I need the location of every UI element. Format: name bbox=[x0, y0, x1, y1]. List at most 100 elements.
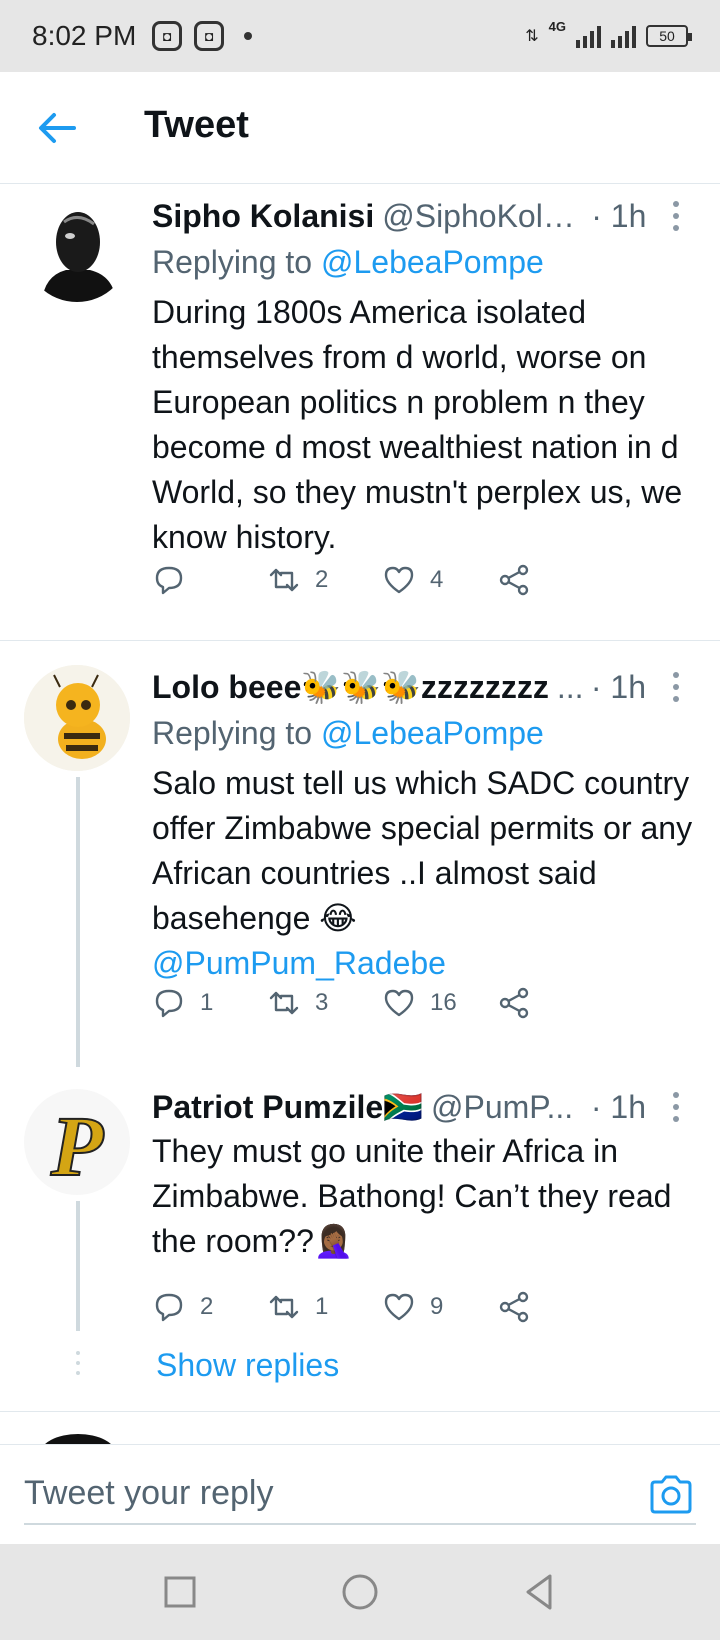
like-button[interactable]: 9 bbox=[382, 1283, 497, 1331]
author-name[interactable]: Patriot Pumzile🇿🇦 bbox=[152, 1088, 423, 1126]
tweet[interactable]: Lolo beee🐝🐝🐝zzzzzzzz ... · 1h Replying t… bbox=[0, 641, 720, 1067]
replying-to: Replying to @LebeaPompe bbox=[152, 240, 696, 284]
replying-to-mention[interactable]: @LebeaPompe bbox=[321, 715, 544, 751]
tweet-header: Patriot Pumzile🇿🇦 @PumP... · 1h bbox=[152, 1085, 696, 1129]
retweet-button[interactable]: 1 bbox=[267, 1283, 382, 1331]
like-button[interactable]: 4 bbox=[382, 556, 497, 604]
tweet-partial[interactable] bbox=[0, 1412, 720, 1444]
svg-text:P: P bbox=[50, 1098, 105, 1194]
avatar-image bbox=[24, 196, 130, 302]
tweet-actions: 2 1 9 bbox=[152, 1283, 612, 1331]
notification-app-icon: ◘ bbox=[152, 21, 183, 51]
thread-connector-line bbox=[76, 1201, 80, 1331]
author-name[interactable]: Sipho Kolanisi bbox=[152, 198, 374, 235]
signal-strength-icon bbox=[576, 24, 601, 48]
avatar[interactable] bbox=[24, 665, 130, 771]
retweet-count: 2 bbox=[315, 566, 329, 593]
tweet-text-content: Salo must tell us which SADC country off… bbox=[152, 765, 693, 936]
status-bar: 8:02 PM ◘ ◘ ⇅ 4G 50 bbox=[0, 0, 720, 72]
reply-count: 2 bbox=[200, 1293, 214, 1320]
battery-icon: 50 bbox=[646, 25, 692, 47]
more-options-icon[interactable] bbox=[656, 667, 696, 707]
status-time: 8:02 PM bbox=[32, 20, 137, 51]
more-notifications-dot-icon bbox=[244, 32, 253, 40]
like-count: 4 bbox=[430, 566, 444, 593]
tweet[interactable]: Sipho Kolanisi @SiphoKola... · 1h Replyi… bbox=[0, 184, 720, 640]
data-transfer-icon: ⇅ bbox=[525, 28, 539, 45]
more-options-icon[interactable] bbox=[656, 196, 696, 236]
home-circle-icon[interactable] bbox=[338, 1570, 382, 1614]
battery-level: 50 bbox=[659, 28, 675, 44]
author-name[interactable]: Lolo beee🐝🐝🐝zzzzzzzz bbox=[152, 668, 549, 706]
tweet-body: Sipho Kolanisi @SiphoKola... · 1h Replyi… bbox=[152, 194, 696, 560]
thread-connector-line bbox=[76, 777, 80, 1067]
thread-dots bbox=[76, 1371, 80, 1375]
replying-to-label: Replying to bbox=[152, 715, 313, 751]
thread-dots bbox=[76, 1361, 80, 1365]
signal-strength-icon bbox=[611, 24, 636, 48]
replying-to-label: Replying to bbox=[152, 244, 313, 280]
author-handle[interactable]: @PumP... bbox=[431, 1089, 573, 1126]
tweet-time: · 1h bbox=[590, 1088, 646, 1125]
share-button[interactable] bbox=[497, 556, 612, 604]
tweet-actions: 1 3 16 bbox=[152, 979, 612, 1027]
avatar-image: P bbox=[24, 1089, 130, 1195]
retweet-icon bbox=[269, 991, 299, 1015]
tweet-time: · 1h bbox=[591, 197, 647, 234]
recents-square-icon[interactable] bbox=[158, 1570, 202, 1614]
like-button[interactable]: 16 bbox=[382, 979, 497, 1027]
back-triangle-icon[interactable] bbox=[518, 1570, 562, 1614]
tweet-text: During 1800s America isolated themselves… bbox=[152, 294, 683, 555]
thread-dots bbox=[76, 1351, 80, 1355]
network-type: 4G bbox=[548, 18, 566, 34]
author-handle[interactable]: ... bbox=[557, 669, 584, 706]
tweet[interactable]: P Patriot Pumzile🇿🇦 @PumP... · 1h They m… bbox=[0, 1061, 720, 1411]
retweet-button[interactable]: 2 bbox=[267, 556, 382, 604]
tweet-body: Patriot Pumzile🇿🇦 @PumP... · 1h They mus… bbox=[152, 1085, 696, 1264]
back-arrow-icon[interactable] bbox=[34, 106, 78, 150]
share-button[interactable] bbox=[497, 979, 612, 1027]
system-nav-bar bbox=[0, 1544, 720, 1640]
avatar[interactable] bbox=[24, 196, 130, 302]
camera-icon[interactable] bbox=[648, 1473, 694, 1515]
tweet-header: Lolo beee🐝🐝🐝zzzzzzzz ... · 1h bbox=[152, 665, 696, 709]
avatar[interactable]: P bbox=[24, 1089, 130, 1195]
tweet-mention-link[interactable]: @PumPum_Radebe bbox=[152, 945, 446, 981]
page-title: Tweet bbox=[144, 104, 249, 146]
reply-composer: Tweet your reply bbox=[0, 1444, 720, 1544]
tweet-actions: 2 4 bbox=[152, 556, 612, 604]
reply-icon bbox=[155, 989, 183, 1018]
reply-input[interactable]: Tweet your reply bbox=[24, 1465, 696, 1525]
share-icon bbox=[499, 1291, 529, 1323]
heart-icon bbox=[384, 989, 414, 1017]
app-header: Tweet bbox=[0, 72, 720, 184]
tweet-body: Lolo beee🐝🐝🐝zzzzzzzz ... · 1h Replying t… bbox=[152, 665, 696, 986]
reply-icon bbox=[155, 566, 183, 595]
share-icon bbox=[499, 987, 529, 1019]
replying-to: Replying to @LebeaPompe bbox=[152, 711, 696, 755]
reply-button[interactable]: 2 bbox=[152, 1283, 267, 1331]
retweet-count: 1 bbox=[315, 1293, 329, 1320]
reply-button[interactable] bbox=[152, 556, 267, 604]
replying-to-mention[interactable]: @LebeaPompe bbox=[321, 244, 544, 280]
tweet-text: They must go unite their Africa in Zimba… bbox=[152, 1133, 672, 1259]
show-replies-link[interactable]: Show replies bbox=[156, 1347, 339, 1384]
like-count: 9 bbox=[430, 1293, 444, 1320]
avatar-image bbox=[24, 665, 130, 771]
retweet-count: 3 bbox=[315, 989, 329, 1016]
author-handle[interactable]: @SiphoKola... bbox=[382, 198, 585, 235]
heart-icon bbox=[384, 1293, 414, 1321]
retweet-icon bbox=[269, 1295, 299, 1319]
notification-app-icon: ◘ bbox=[194, 21, 225, 51]
reply-button[interactable]: 1 bbox=[152, 979, 267, 1027]
share-button[interactable] bbox=[497, 1283, 612, 1331]
heart-icon bbox=[384, 566, 414, 594]
avatar[interactable] bbox=[40, 1434, 116, 1444]
retweet-icon bbox=[269, 568, 299, 592]
tweet-time: · 1h bbox=[590, 668, 646, 705]
more-options-icon[interactable] bbox=[656, 1087, 696, 1127]
retweet-button[interactable]: 3 bbox=[267, 979, 382, 1027]
tweet-text: Salo must tell us which SADC country off… bbox=[152, 761, 696, 986]
share-icon bbox=[499, 564, 529, 596]
like-count: 16 bbox=[430, 989, 457, 1016]
